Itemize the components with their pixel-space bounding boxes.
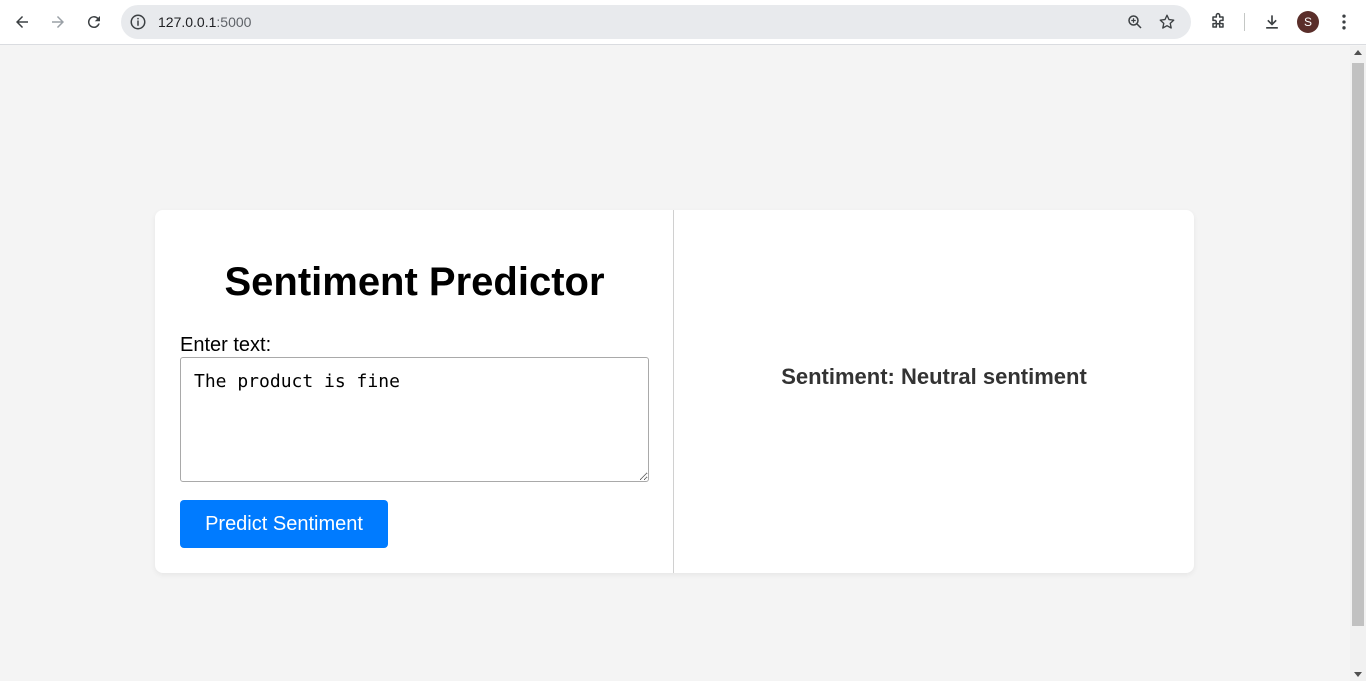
scroll-down-arrow-icon[interactable] [1354, 672, 1362, 677]
extensions-button[interactable] [1207, 11, 1229, 33]
zoom-icon[interactable] [1126, 13, 1144, 31]
predictor-card: Sentiment Predictor Enter text: The prod… [155, 210, 1194, 573]
arrow-right-icon [52, 16, 64, 28]
reload-button[interactable] [80, 8, 108, 36]
menu-button[interactable] [1333, 11, 1355, 33]
star-icon[interactable] [1158, 13, 1176, 31]
kebab-menu-icon [1342, 14, 1346, 30]
scrollbar-thumb[interactable] [1352, 63, 1364, 626]
info-icon[interactable] [129, 13, 147, 31]
page-title: Sentiment Predictor [224, 260, 605, 304]
reload-icon [87, 16, 100, 29]
downloads-button[interactable] [1261, 11, 1283, 33]
url-host: 127.0.0.1 [158, 14, 217, 30]
puzzle-icon [1212, 12, 1224, 28]
forward-button[interactable] [44, 8, 72, 36]
text-input[interactable]: The product is fine [180, 357, 649, 482]
download-icon [1266, 15, 1278, 29]
address-bar[interactable]: 127.0.0.1:5000 [121, 5, 1191, 39]
input-panel: Sentiment Predictor Enter text: The prod… [155, 210, 674, 573]
url-port: :5000 [216, 14, 252, 30]
browser-toolbar: 127.0.0.1:5000 S [0, 0, 1366, 45]
result-panel: Sentiment: Neutral sentiment [674, 210, 1194, 573]
vertical-scrollbar[interactable] [1350, 46, 1366, 681]
sentiment-result: Sentiment: Neutral sentiment [781, 363, 1087, 389]
back-button[interactable] [8, 8, 36, 36]
page-viewport: Sentiment Predictor Enter text: The prod… [0, 46, 1350, 681]
predict-sentiment-button[interactable]: Predict Sentiment [180, 500, 388, 548]
profile-avatar[interactable]: S [1297, 11, 1319, 33]
toolbar-divider [1244, 13, 1245, 31]
text-input-label: Enter text: [180, 334, 272, 356]
scroll-up-arrow-icon[interactable] [1354, 50, 1362, 55]
arrow-left-icon [16, 16, 28, 28]
url-text: 127.0.0.1:5000 [158, 14, 251, 30]
